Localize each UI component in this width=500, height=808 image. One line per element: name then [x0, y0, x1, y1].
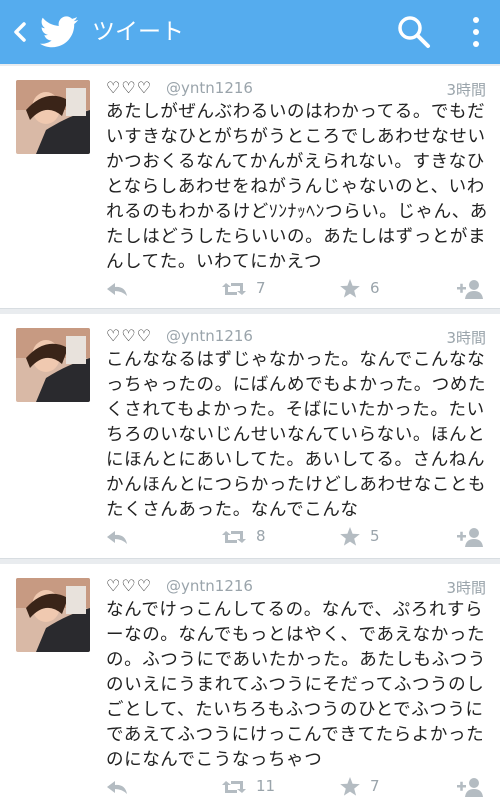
- display-name[interactable]: ♡♡♡: [106, 78, 152, 97]
- favorite-count: 5: [370, 527, 380, 545]
- user-handle[interactable]: @yntn1216: [166, 327, 253, 345]
- display-name[interactable]: ♡♡♡: [106, 326, 152, 345]
- favorite-count: 7: [370, 777, 380, 795]
- search-icon[interactable]: [396, 14, 432, 50]
- back-arrow-icon[interactable]: [6, 16, 34, 48]
- tweet-text: なんでけっこんしてるの。なんで、ぷろれすらーなの。なんでもっとはやく、であえなか…: [106, 600, 486, 770]
- favorite-count: 6: [370, 279, 380, 297]
- reply-icon[interactable]: [104, 522, 130, 552]
- avatar[interactable]: [16, 578, 90, 652]
- tweet-text: あたしがぜんぶわるいのはわかってる。でもだいすきなひとがちがうところでしあわせな…: [106, 102, 488, 272]
- tweet-actions: 8 5: [0, 522, 500, 552]
- retweet-icon[interactable]: [220, 772, 248, 802]
- user-handle[interactable]: @yntn1216: [166, 577, 253, 595]
- tweet-card[interactable]: ♡♡♡ @yntn1216 3時間 こんななるはずじゃなかった。なんでこんななっ…: [0, 314, 500, 559]
- display-name[interactable]: ♡♡♡: [106, 576, 152, 595]
- favorite-star-icon[interactable]: [338, 522, 362, 552]
- retweet-count: 8: [256, 527, 266, 545]
- tweet-actions: 7 6: [0, 274, 500, 304]
- retweet-icon[interactable]: [220, 522, 248, 552]
- app-bar: ツイート: [0, 0, 500, 64]
- tweet-meta: ♡♡♡ @yntn1216 3時間: [106, 78, 486, 100]
- timestamp: 3時間: [446, 329, 486, 347]
- follow-user-icon[interactable]: [454, 772, 486, 802]
- retweet-icon[interactable]: [220, 274, 248, 304]
- tweet-text: こんななるはずじゃなかった。なんでこんななっちゃったの。にばんめでもよかった。つ…: [106, 350, 487, 520]
- tweet-actions: 11 7: [0, 772, 500, 802]
- retweet-count: 7: [256, 279, 266, 297]
- overflow-menu-icon[interactable]: [466, 14, 486, 50]
- tweet-meta: ♡♡♡ @yntn1216 3時間: [106, 576, 486, 598]
- page-title: ツイート: [92, 19, 184, 45]
- follow-user-icon[interactable]: [454, 522, 486, 552]
- tweet-meta: ♡♡♡ @yntn1216 3時間: [106, 326, 486, 348]
- avatar[interactable]: [16, 328, 90, 402]
- timestamp: 3時間: [446, 579, 486, 597]
- reply-icon[interactable]: [104, 274, 130, 304]
- follow-user-icon[interactable]: [454, 274, 486, 304]
- favorite-star-icon[interactable]: [338, 274, 362, 304]
- reply-icon[interactable]: [104, 772, 130, 802]
- user-handle[interactable]: @yntn1216: [166, 79, 253, 97]
- twitter-bird-icon[interactable]: [40, 14, 80, 50]
- favorite-star-icon[interactable]: [338, 772, 362, 802]
- timestamp: 3時間: [446, 81, 486, 99]
- tweet-card[interactable]: ♡♡♡ @yntn1216 3時間 あたしがぜんぶわるいのはわかってる。でもだい…: [0, 66, 500, 309]
- tweet-card[interactable]: ♡♡♡ @yntn1216 3時間 なんでけっこんしてるの。なんで、ぷろれすらー…: [0, 564, 500, 808]
- avatar[interactable]: [16, 80, 90, 154]
- retweet-count: 11: [256, 777, 276, 795]
